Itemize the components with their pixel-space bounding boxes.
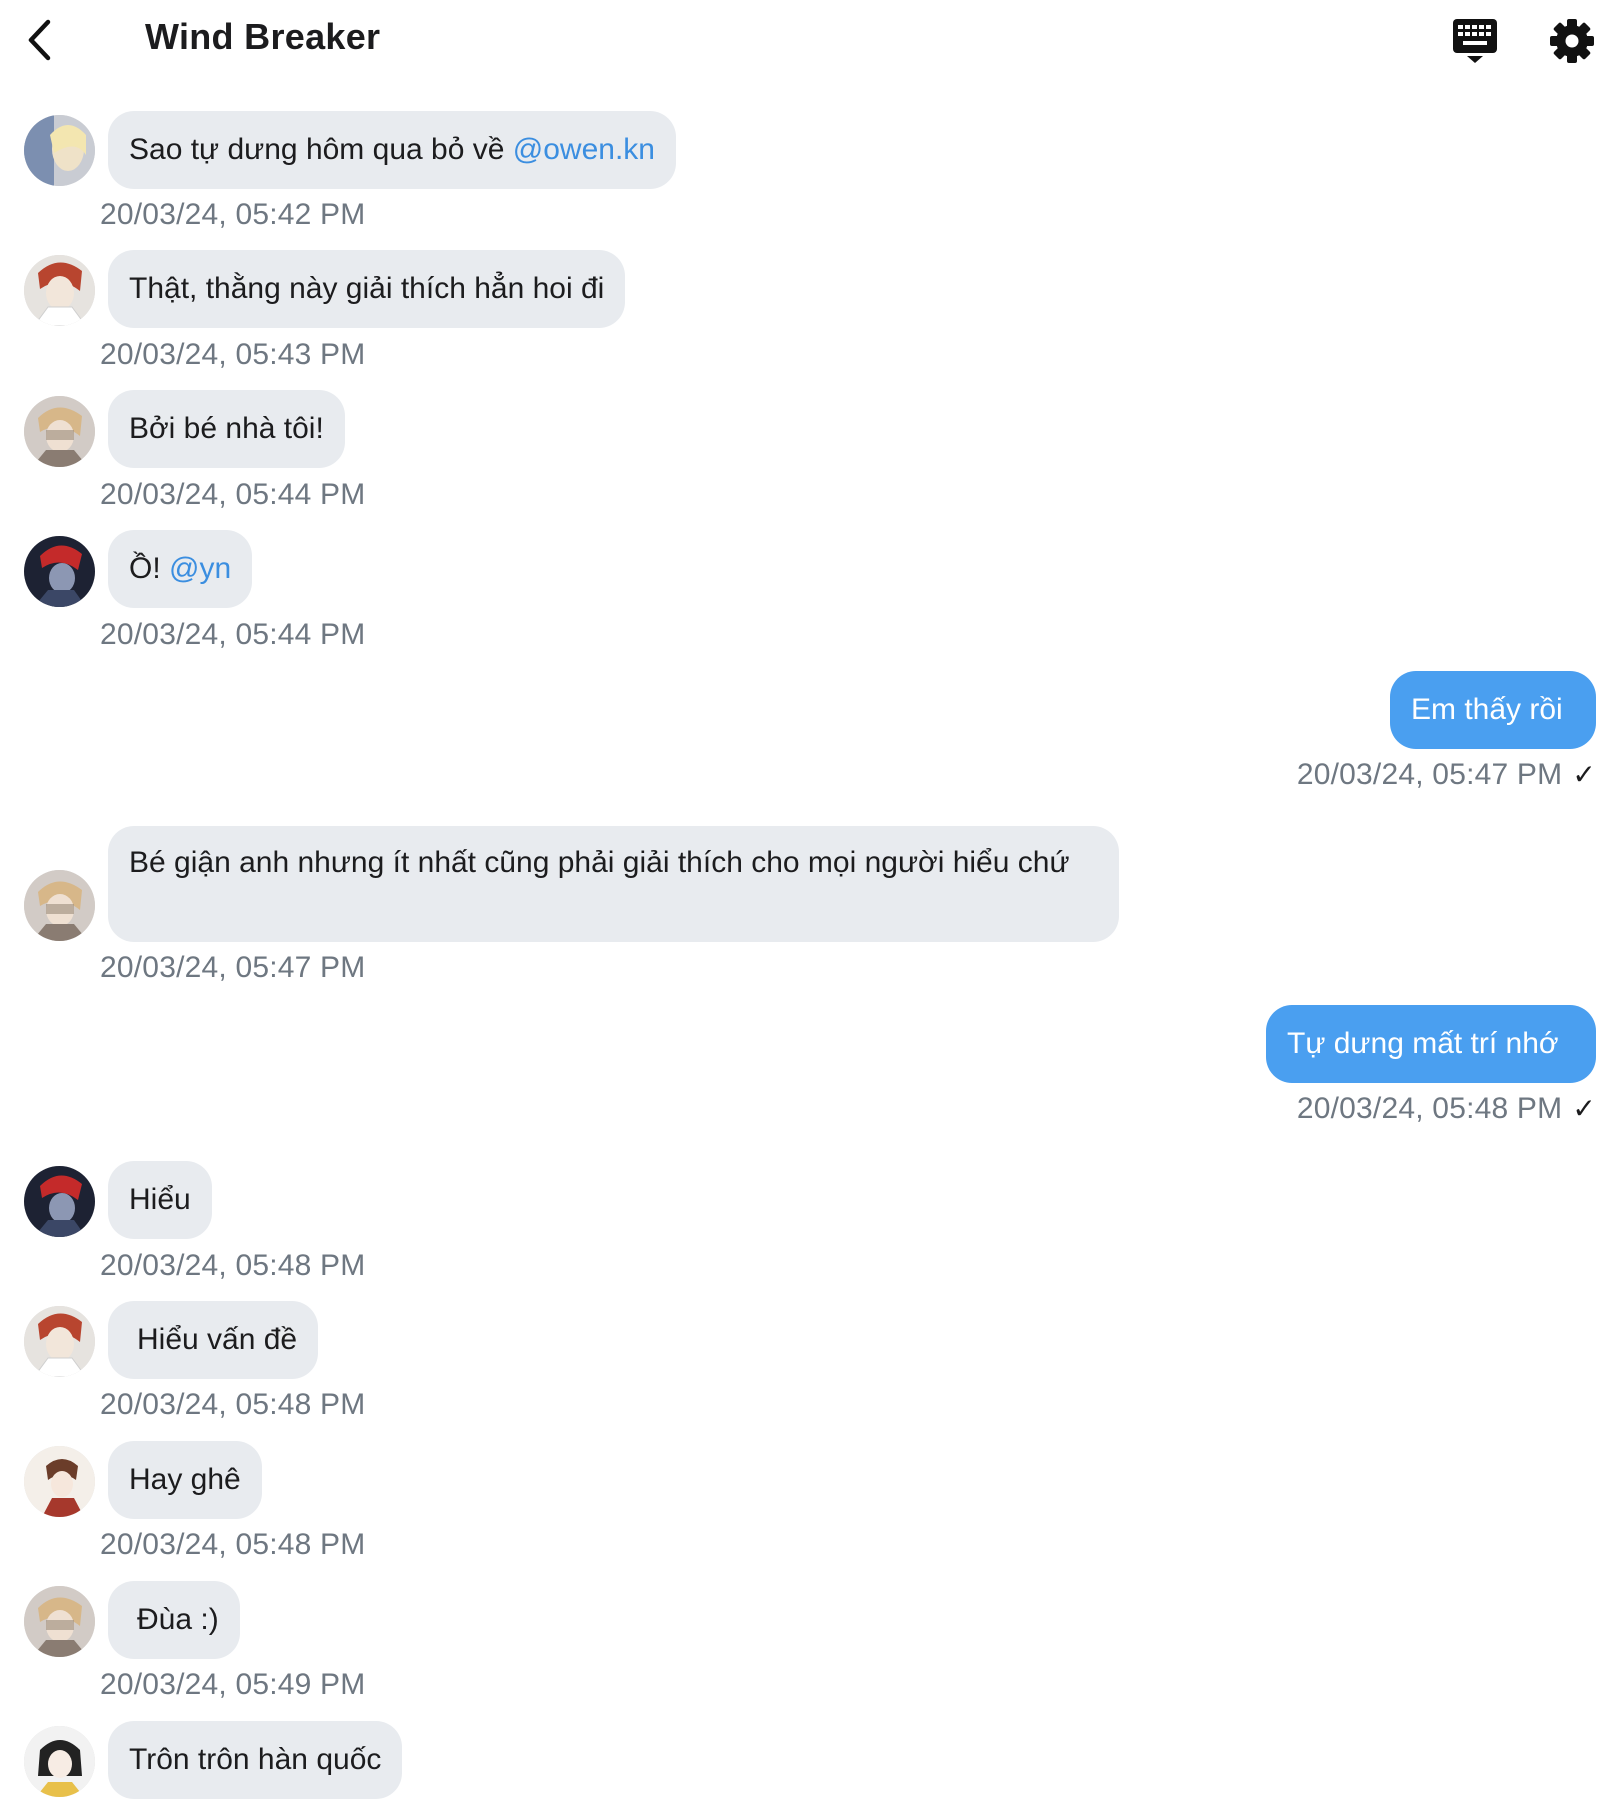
chat-title: Wind Breaker (145, 16, 381, 57)
message-bubble-incoming[interactable]: Đùa :) (108, 1581, 240, 1659)
message-bubble-incoming[interactable]: Hay ghê (108, 1441, 262, 1519)
message-bubble-incoming[interactable]: Bởi bé nhà tôi! (108, 390, 345, 468)
message-timestamp: 20/03/24, 05:48 PM (100, 1249, 366, 1282)
message-timestamp: 20/03/24, 05:47 PM ✓ (1297, 758, 1596, 792)
sent-check-icon: ✓ (1572, 759, 1596, 790)
avatar[interactable] (24, 1166, 95, 1237)
chat-header: Wind Breaker (0, 0, 1620, 80)
message-text: Hay ghê (129, 1463, 241, 1496)
avatar[interactable] (24, 1586, 95, 1657)
message-timestamp: 20/03/24, 05:48 PM (100, 1528, 366, 1561)
avatar[interactable] (24, 870, 95, 941)
timestamp-text: 20/03/24, 05:47 PM (1296, 758, 1563, 791)
message-timestamp: 20/03/24, 05:48 PM (100, 1388, 366, 1421)
message-text: Em thấy rồi (1411, 693, 1563, 726)
settings-button[interactable] (1547, 16, 1597, 66)
message-bubble-incoming[interactable]: Bé giận anh nhưng ít nhất cũng phải giải… (108, 826, 1119, 942)
message-timestamp: 20/03/24, 05:48 PM ✓ (1297, 1092, 1596, 1126)
message-text: Sao tự dưng hôm qua bỏ về (129, 133, 505, 166)
message-bubble-incoming[interactable]: Ồ! @yn (108, 530, 253, 608)
message-text: Hiểu (129, 1183, 191, 1216)
message-bubble-incoming[interactable]: Sao tự dưng hôm qua bỏ về @owen.kn (108, 111, 676, 189)
message-text: Bởi bé nhà tôi! (129, 412, 324, 445)
back-arrow-icon (28, 19, 51, 61)
message-timestamp: 20/03/24, 05:42 PM (100, 198, 366, 231)
avatar[interactable] (24, 1446, 95, 1517)
message-text: Đùa :) (137, 1603, 219, 1636)
message-text: Bé giận anh nhưng ít nhất cũng phải giải… (129, 846, 1070, 879)
mention-link[interactable]: @yn (169, 550, 231, 588)
gear-icon (1550, 19, 1594, 63)
avatar[interactable] (24, 1726, 95, 1797)
message-timestamp: 20/03/24, 05:43 PM (100, 338, 366, 371)
avatar[interactable] (24, 115, 95, 186)
message-text: Tự dưng mất trí nhớ (1287, 1027, 1559, 1060)
mention-link[interactable]: @owen.kn (513, 131, 655, 169)
timestamp-text: 20/03/24, 05:48 PM (1296, 1092, 1563, 1125)
message-bubble-outgoing[interactable]: Tự dưng mất trí nhớ (1266, 1005, 1596, 1083)
message-text: Ồ! (129, 552, 161, 585)
message-bubble-incoming[interactable]: Hiểu vấn đề (108, 1301, 319, 1379)
message-text: Thật, thằng này giải thích hẳn hoi đi (129, 272, 605, 305)
avatar[interactable] (24, 1306, 95, 1377)
message-timestamp: 20/03/24, 05:44 PM (100, 478, 366, 511)
message-timestamp: 20/03/24, 05:49 PM (100, 1668, 366, 1701)
avatar[interactable] (24, 536, 95, 607)
keyboard-button[interactable] (1450, 16, 1500, 66)
message-bubble-incoming[interactable]: Trôn trôn hàn quốc (108, 1721, 403, 1799)
message-timestamp: 20/03/24, 05:47 PM (100, 951, 366, 984)
message-timestamp: 20/03/24, 05:44 PM (100, 618, 366, 651)
avatar[interactable] (24, 255, 95, 326)
message-text: Hiểu vấn đề (137, 1323, 298, 1356)
back-button[interactable] (22, 14, 62, 66)
avatar[interactable] (24, 396, 95, 467)
message-text: Trôn trôn hàn quốc (129, 1743, 382, 1776)
message-bubble-incoming[interactable]: Hiểu (108, 1161, 212, 1239)
message-bubble-incoming[interactable]: Thật, thằng này giải thích hẳn hoi đi (108, 250, 626, 328)
keyboard-icon (1453, 19, 1497, 63)
sent-check-icon: ✓ (1572, 1093, 1596, 1124)
message-bubble-outgoing[interactable]: Em thấy rồi (1390, 671, 1596, 749)
